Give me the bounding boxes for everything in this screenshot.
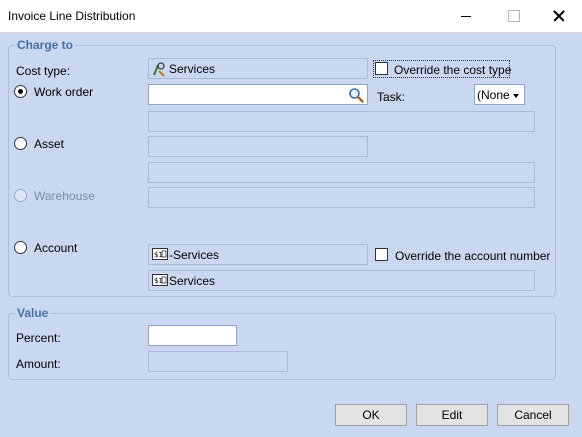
close-button[interactable] — [548, 6, 570, 26]
override-account-label[interactable]: Override the account number — [395, 249, 550, 263]
window-title: Invoice Line Distribution — [8, 9, 136, 23]
percent-label: Percent: — [16, 331, 61, 345]
gl-account-icon: $1 — [152, 247, 168, 264]
account-label[interactable]: Account — [34, 241, 77, 255]
warehouse-radio — [14, 189, 27, 202]
cost-type-field: Services — [148, 58, 368, 79]
asset-radio[interactable] — [14, 137, 27, 150]
search-icon[interactable] — [348, 87, 364, 106]
charge-to-legend: Charge to — [15, 38, 76, 52]
percent-input[interactable] — [148, 325, 237, 346]
account-value: -Services — [169, 248, 220, 262]
work-order-radio[interactable] — [14, 85, 27, 98]
asset-description-field — [148, 162, 535, 183]
svg-text:$1: $1 — [154, 251, 163, 259]
ok-button[interactable]: OK — [335, 404, 407, 426]
amount-field — [148, 351, 288, 372]
account-description-value: Services — [169, 274, 216, 288]
asset-label[interactable]: Asset — [34, 137, 64, 151]
cancel-button[interactable]: Cancel — [497, 404, 569, 426]
override-cost-type-checkbox[interactable] — [375, 62, 388, 75]
value-legend: Value — [15, 306, 51, 320]
edit-button[interactable]: Edit — [416, 404, 488, 426]
warehouse-label: Warehouse — [34, 189, 95, 203]
gl-account-icon: $1 — [152, 273, 168, 290]
task-dropdown[interactable]: (None — [474, 84, 525, 105]
cost-type-value: Services — [169, 62, 216, 76]
override-cost-type-label[interactable]: Override the cost type — [394, 63, 511, 77]
chevron-down-icon — [513, 94, 519, 98]
override-account-checkbox[interactable] — [375, 248, 388, 261]
account-radio[interactable] — [14, 241, 27, 254]
title-bar: Invoice Line Distribution — [0, 0, 582, 33]
account-field: $1 -Services — [148, 244, 368, 265]
task-value: (None — [477, 88, 510, 102]
work-order-input[interactable] — [148, 84, 368, 105]
work-order-description-field — [148, 111, 535, 132]
warehouse-field — [148, 187, 535, 208]
minimize-button[interactable] — [455, 6, 477, 26]
account-description-field: $1 Services — [148, 270, 535, 291]
task-label: Task: — [377, 90, 406, 104]
svg-text:$1: $1 — [154, 277, 163, 285]
work-order-label[interactable]: Work order — [34, 85, 93, 99]
maximize-button — [502, 6, 524, 26]
cost-type-label: Cost type: — [16, 64, 71, 78]
amount-label: Amount: — [16, 357, 61, 371]
asset-field — [148, 136, 368, 157]
services-cost-type-icon — [152, 61, 166, 80]
